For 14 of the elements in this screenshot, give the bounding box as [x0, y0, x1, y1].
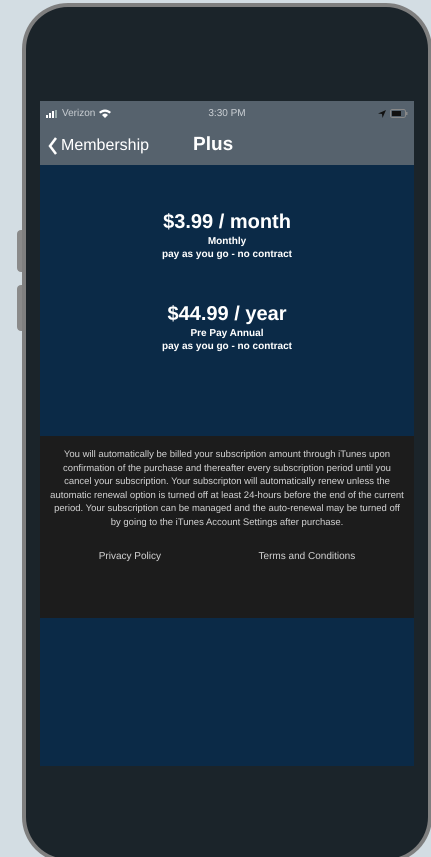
plan-option[interactable]: $3.99 / month Monthly pay as you go - no contract	[162, 209, 292, 261]
battery-icon	[390, 109, 408, 118]
chevron-left-icon	[48, 136, 58, 154]
legal-text: You will automatically be billed your subscription amount through iTunes upon confirmation of the purchase and thereafter every subscription period until you cancel your subscription. Your subscripton will automatically renew unless the automatic renewal option is turned off at least 24-hours before the end of the current period. Your subscription can be managed and the auto-renewal may be turned off by going to the iTunes Account Settings after purchase.	[50, 448, 404, 529]
status-time: 3:30 PM	[208, 107, 246, 121]
back-button[interactable]: Membership	[48, 134, 150, 158]
signal-icon	[46, 110, 58, 118]
location-icon	[378, 110, 386, 118]
plan-option[interactable]: $44.99 / year Pre Pay Annual pay as you go - no contract	[162, 301, 292, 353]
legal-link[interactable]: Terms and Conditions	[258, 549, 356, 564]
wifi-icon	[99, 109, 112, 118]
screen-title: Plus	[193, 133, 234, 158]
legal-link[interactable]: Privacy Policy	[98, 549, 161, 564]
carrier-name: Verizon	[62, 107, 96, 121]
